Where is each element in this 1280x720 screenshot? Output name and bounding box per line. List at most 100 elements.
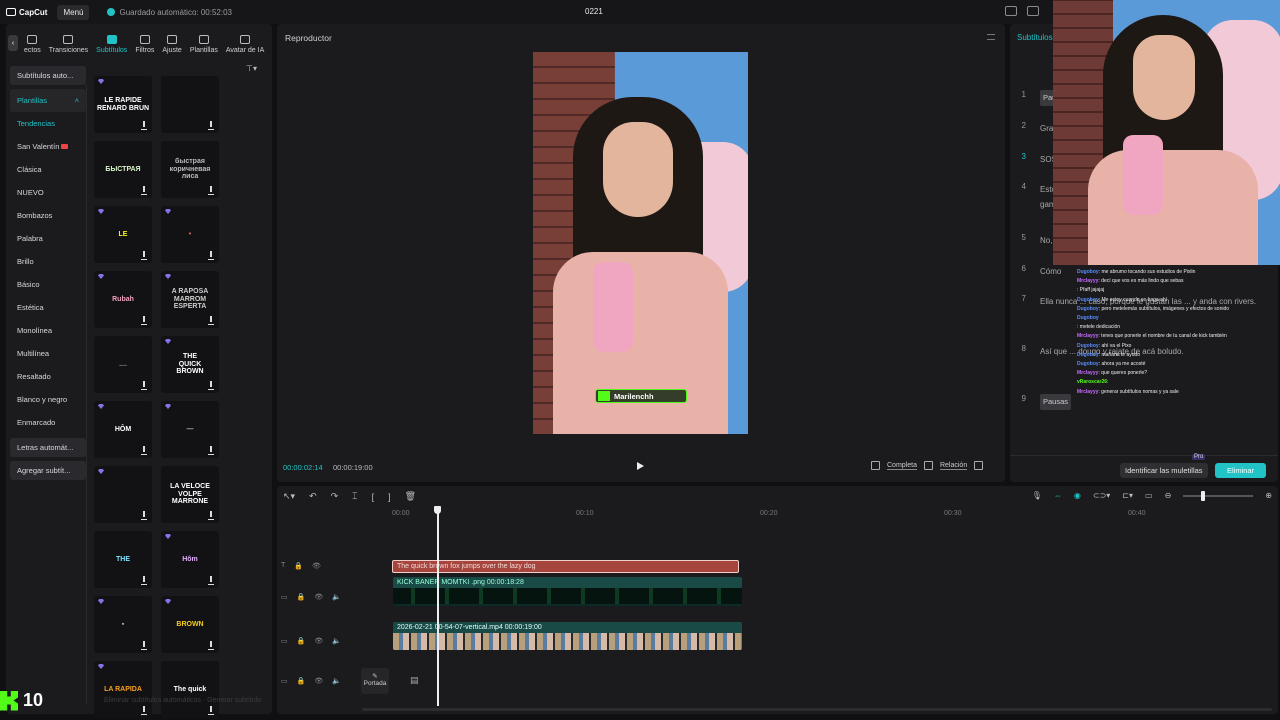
zoom-in-icon[interactable]: ⊕ — [1265, 491, 1272, 500]
category-item[interactable]: Básico — [10, 273, 86, 296]
relacion-button[interactable]: Relación — [939, 462, 968, 470]
template-tile[interactable]: LA VELOCE VOLPE MARRONE — [161, 466, 219, 523]
video-clip[interactable]: 2026-02-21 00-54-07-vertical.mp4 00:00:1… — [393, 622, 742, 650]
text-clip[interactable]: The quick brown fox jumps over the lazy … — [392, 560, 739, 573]
lock-icon[interactable]: 🔒 — [297, 677, 306, 685]
category-item[interactable]: Tendencias — [10, 112, 86, 135]
eye-icon[interactable]: 👁 — [314, 593, 323, 601]
download-icon[interactable] — [208, 706, 214, 715]
category-item[interactable]: Subtítulos auto... — [10, 66, 86, 85]
audio-icon[interactable]: 🔈 — [332, 593, 341, 601]
template-tile[interactable]: Rubah — [94, 271, 152, 328]
download-icon[interactable] — [141, 511, 147, 520]
download-icon[interactable] — [208, 446, 214, 455]
tab-ajuste[interactable]: Ajuste — [158, 35, 185, 54]
fullscreen-icon[interactable] — [974, 461, 984, 470]
delete-button[interactable]: Eliminar — [1215, 463, 1267, 478]
tab-plantillas[interactable]: Plantillas — [186, 35, 222, 54]
category-item[interactable]: Bombazos — [10, 204, 86, 227]
template-tile[interactable]: LA RAPIDA — [94, 661, 152, 718]
category-item[interactable]: Multilínea — [10, 342, 86, 365]
template-tile[interactable]: THE QUICK BROWN — [161, 336, 219, 393]
magnet-icon[interactable]: ◉ — [1074, 491, 1081, 500]
mic-icon[interactable]: 🎙 — [1032, 491, 1042, 500]
download-icon[interactable] — [208, 576, 214, 585]
category-item[interactable]: Blanco y negro — [10, 388, 86, 411]
project-title[interactable]: 0221 — [585, 7, 603, 16]
download-icon[interactable] — [141, 446, 147, 455]
category-item[interactable]: Brillo — [10, 250, 86, 273]
download-icon[interactable] — [208, 251, 214, 260]
template-tile[interactable]: LE — [94, 206, 152, 263]
template-tile[interactable]: The quick — [161, 661, 219, 718]
category-item[interactable]: Letras automát... — [10, 438, 86, 457]
download-icon[interactable] — [141, 381, 147, 390]
download-icon[interactable] — [141, 121, 147, 130]
play-icon[interactable] — [637, 462, 644, 470]
eye-icon[interactable]: 👁 — [314, 677, 323, 685]
select-tool-icon[interactable]: ↖▾ — [283, 491, 295, 502]
category-item[interactable]: Enmarcado — [10, 411, 86, 434]
category-item[interactable]: Plantillas ˄ — [10, 89, 86, 112]
window-icon[interactable] — [1027, 6, 1039, 16]
category-item[interactable]: NUEVO — [10, 181, 86, 204]
audio-icon[interactable]: 🔈 — [332, 637, 341, 645]
category-item[interactable]: Clásica — [10, 158, 86, 181]
lock-icon[interactable]: 🔒 — [297, 593, 306, 601]
template-tile[interactable]: THE — [94, 531, 152, 588]
template-tile[interactable]: БЫСТРАЯ — [94, 141, 152, 198]
download-icon[interactable] — [141, 251, 147, 260]
download-icon[interactable] — [208, 641, 214, 650]
download-icon[interactable] — [208, 316, 214, 325]
link-icon[interactable]: ⇔ — [1054, 491, 1062, 500]
split-icon[interactable]: ⌶ — [352, 491, 357, 502]
scroll-left-button[interactable]: ‹ — [8, 35, 18, 51]
category-item[interactable]: Monolínea — [10, 319, 86, 342]
crop-icon[interactable] — [871, 461, 880, 470]
template-tile[interactable]: — — [161, 401, 219, 458]
tab-efectos[interactable]: ectos — [20, 35, 45, 54]
undo-icon[interactable]: ↶ — [309, 491, 317, 502]
audio-icon[interactable]: 🔈 — [332, 677, 341, 685]
download-icon[interactable] — [141, 641, 147, 650]
download-icon[interactable] — [141, 186, 147, 195]
template-tile[interactable]: BROWN — [161, 596, 219, 653]
eye-icon[interactable]: 👁 — [314, 637, 323, 645]
download-icon[interactable] — [141, 316, 147, 325]
template-tile[interactable]: LE RAPIDE RENARD BRUN — [94, 76, 152, 133]
video-preview[interactable]: Marilenchh — [533, 52, 748, 434]
template-tile[interactable]: HÔM — [94, 401, 152, 458]
download-icon[interactable] — [141, 706, 147, 715]
category-item[interactable]: Agregar subtít... — [10, 461, 86, 480]
tab-transiciones[interactable]: Transiciones — [45, 35, 92, 54]
tab-filtros[interactable]: Filtros — [131, 35, 158, 54]
trim-right-icon[interactable]: ] — [388, 492, 391, 502]
redo-icon[interactable]: ↷ — [331, 491, 339, 502]
playhead[interactable] — [434, 506, 440, 706]
template-tile[interactable] — [94, 466, 152, 523]
trim-left-icon[interactable]: [ — [372, 492, 375, 502]
download-icon[interactable] — [141, 576, 147, 585]
image-clip[interactable]: KICK BANER MOMTKI .png 00:00:18:28 — [393, 577, 742, 606]
chain-icon[interactable]: ⊂⊃▾ — [1093, 491, 1110, 500]
zoom-out-icon[interactable]: ⊖ — [1165, 491, 1172, 500]
layout-icon[interactable] — [1005, 6, 1017, 16]
time-ruler[interactable]: 00:00 00:10 00:20 00:30 00:40 — [392, 510, 1272, 520]
tab-avatar-ia[interactable]: Avatar de IA — [222, 35, 268, 54]
identify-fillers-button[interactable]: Identificar las muletillas — [1120, 463, 1208, 478]
menu-button[interactable]: Menú — [57, 4, 90, 20]
download-icon[interactable] — [208, 381, 214, 390]
category-item[interactable]: Resaltado — [10, 365, 86, 388]
category-item[interactable]: San Valentín — [10, 135, 86, 158]
download-icon[interactable] — [208, 121, 214, 130]
category-item[interactable]: Estética — [10, 296, 86, 319]
delete-icon[interactable]: 🗑 — [405, 491, 416, 502]
template-tile[interactable]: A RAPOSA MARROM ESPERTA — [161, 271, 219, 328]
focus-icon[interactable] — [923, 461, 933, 470]
lock-icon[interactable]: 🔒 — [294, 562, 303, 570]
preview-icon[interactable]: ▭ — [1145, 491, 1153, 500]
template-tile[interactable]: Hôm — [161, 531, 219, 588]
tab-subtitulos[interactable]: Subtítulos — [92, 35, 131, 54]
player-menu-icon[interactable] — [987, 34, 995, 40]
download-icon[interactable] — [208, 186, 214, 195]
